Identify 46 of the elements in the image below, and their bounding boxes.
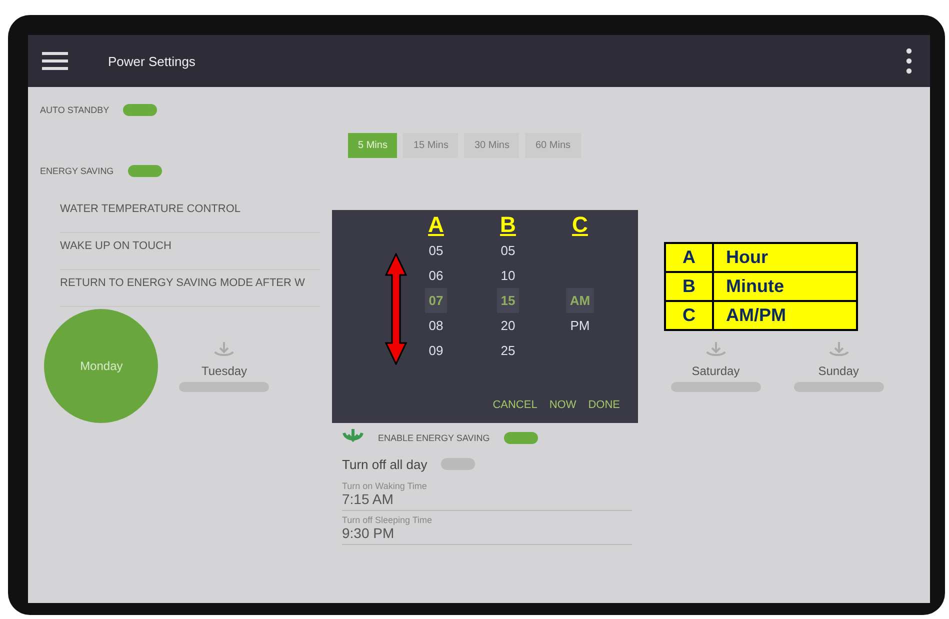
day-button[interactable]: Tuesday [201,364,248,378]
picker-value[interactable]: 08 [428,313,444,338]
setting-label: ENABLE ENERGY SAVING [378,433,490,443]
duration-tab[interactable]: 60 Mins [525,133,580,158]
picker-value[interactable]: 25 [500,338,516,363]
legend-letter: B [665,272,713,301]
dialog-button[interactable]: DONE [586,397,622,413]
setting-label: AUTO STANDBY [40,105,110,115]
screen-title: Power Settings [108,54,196,68]
setting-row[interactable]: RETURN TO ENERGY SAVING MODE AFTER W [60,270,320,307]
picker-value[interactable]: PM [570,313,590,338]
legend-meaning: AM/PM [713,301,857,330]
setting-row[interactable]: WATER TEMPERATURE CONTROL [60,196,320,233]
legend-meaning: Hour [713,243,857,272]
picker-value[interactable]: AM [566,288,594,313]
setting-row[interactable]: WAKE UP ON TOUCH [60,233,320,270]
duration-tab[interactable]: 30 Mins [464,133,520,158]
column-letter: C [572,212,588,238]
duration-tab[interactable]: 15 Mins [403,133,458,158]
picker-value[interactable]: 07 [424,288,448,313]
picker-value[interactable]: 10 [500,263,516,288]
setting-label: Turn off all day [342,456,428,472]
picker-value[interactable]: 09 [428,338,444,363]
toggle-switch[interactable] [441,458,476,470]
setting-label: ENERGY SAVING [40,166,114,176]
picker-value[interactable]: 06 [428,263,444,288]
more-options-icon[interactable] [906,48,912,74]
dialog-button[interactable]: CANCEL [490,397,540,413]
toggle-switch[interactable] [123,104,158,116]
column-letter: B [500,212,516,238]
legend-letter: C [665,301,713,330]
dialog-button[interactable]: NOW [547,397,578,413]
toggle-switch[interactable] [128,165,162,177]
menu-icon[interactable] [42,52,68,70]
day-button[interactable]: Saturday [692,364,740,378]
column-letter: A [428,212,444,238]
time-field[interactable]: Turn off Sleeping Time 9:30 PM [342,511,632,545]
picker-value[interactable]: 15 [496,288,520,313]
picker-value[interactable]: 20 [500,313,516,338]
legend-meaning: Minute [713,272,857,301]
legend-letter: A [665,243,713,272]
toggle-switch[interactable] [504,432,538,444]
time-field[interactable]: Turn on Waking Time 7:15 AM [342,477,632,511]
day-button[interactable]: Sunday [818,364,859,378]
picker-value[interactable]: 05 [428,238,444,263]
picker-value[interactable]: 05 [500,238,516,263]
